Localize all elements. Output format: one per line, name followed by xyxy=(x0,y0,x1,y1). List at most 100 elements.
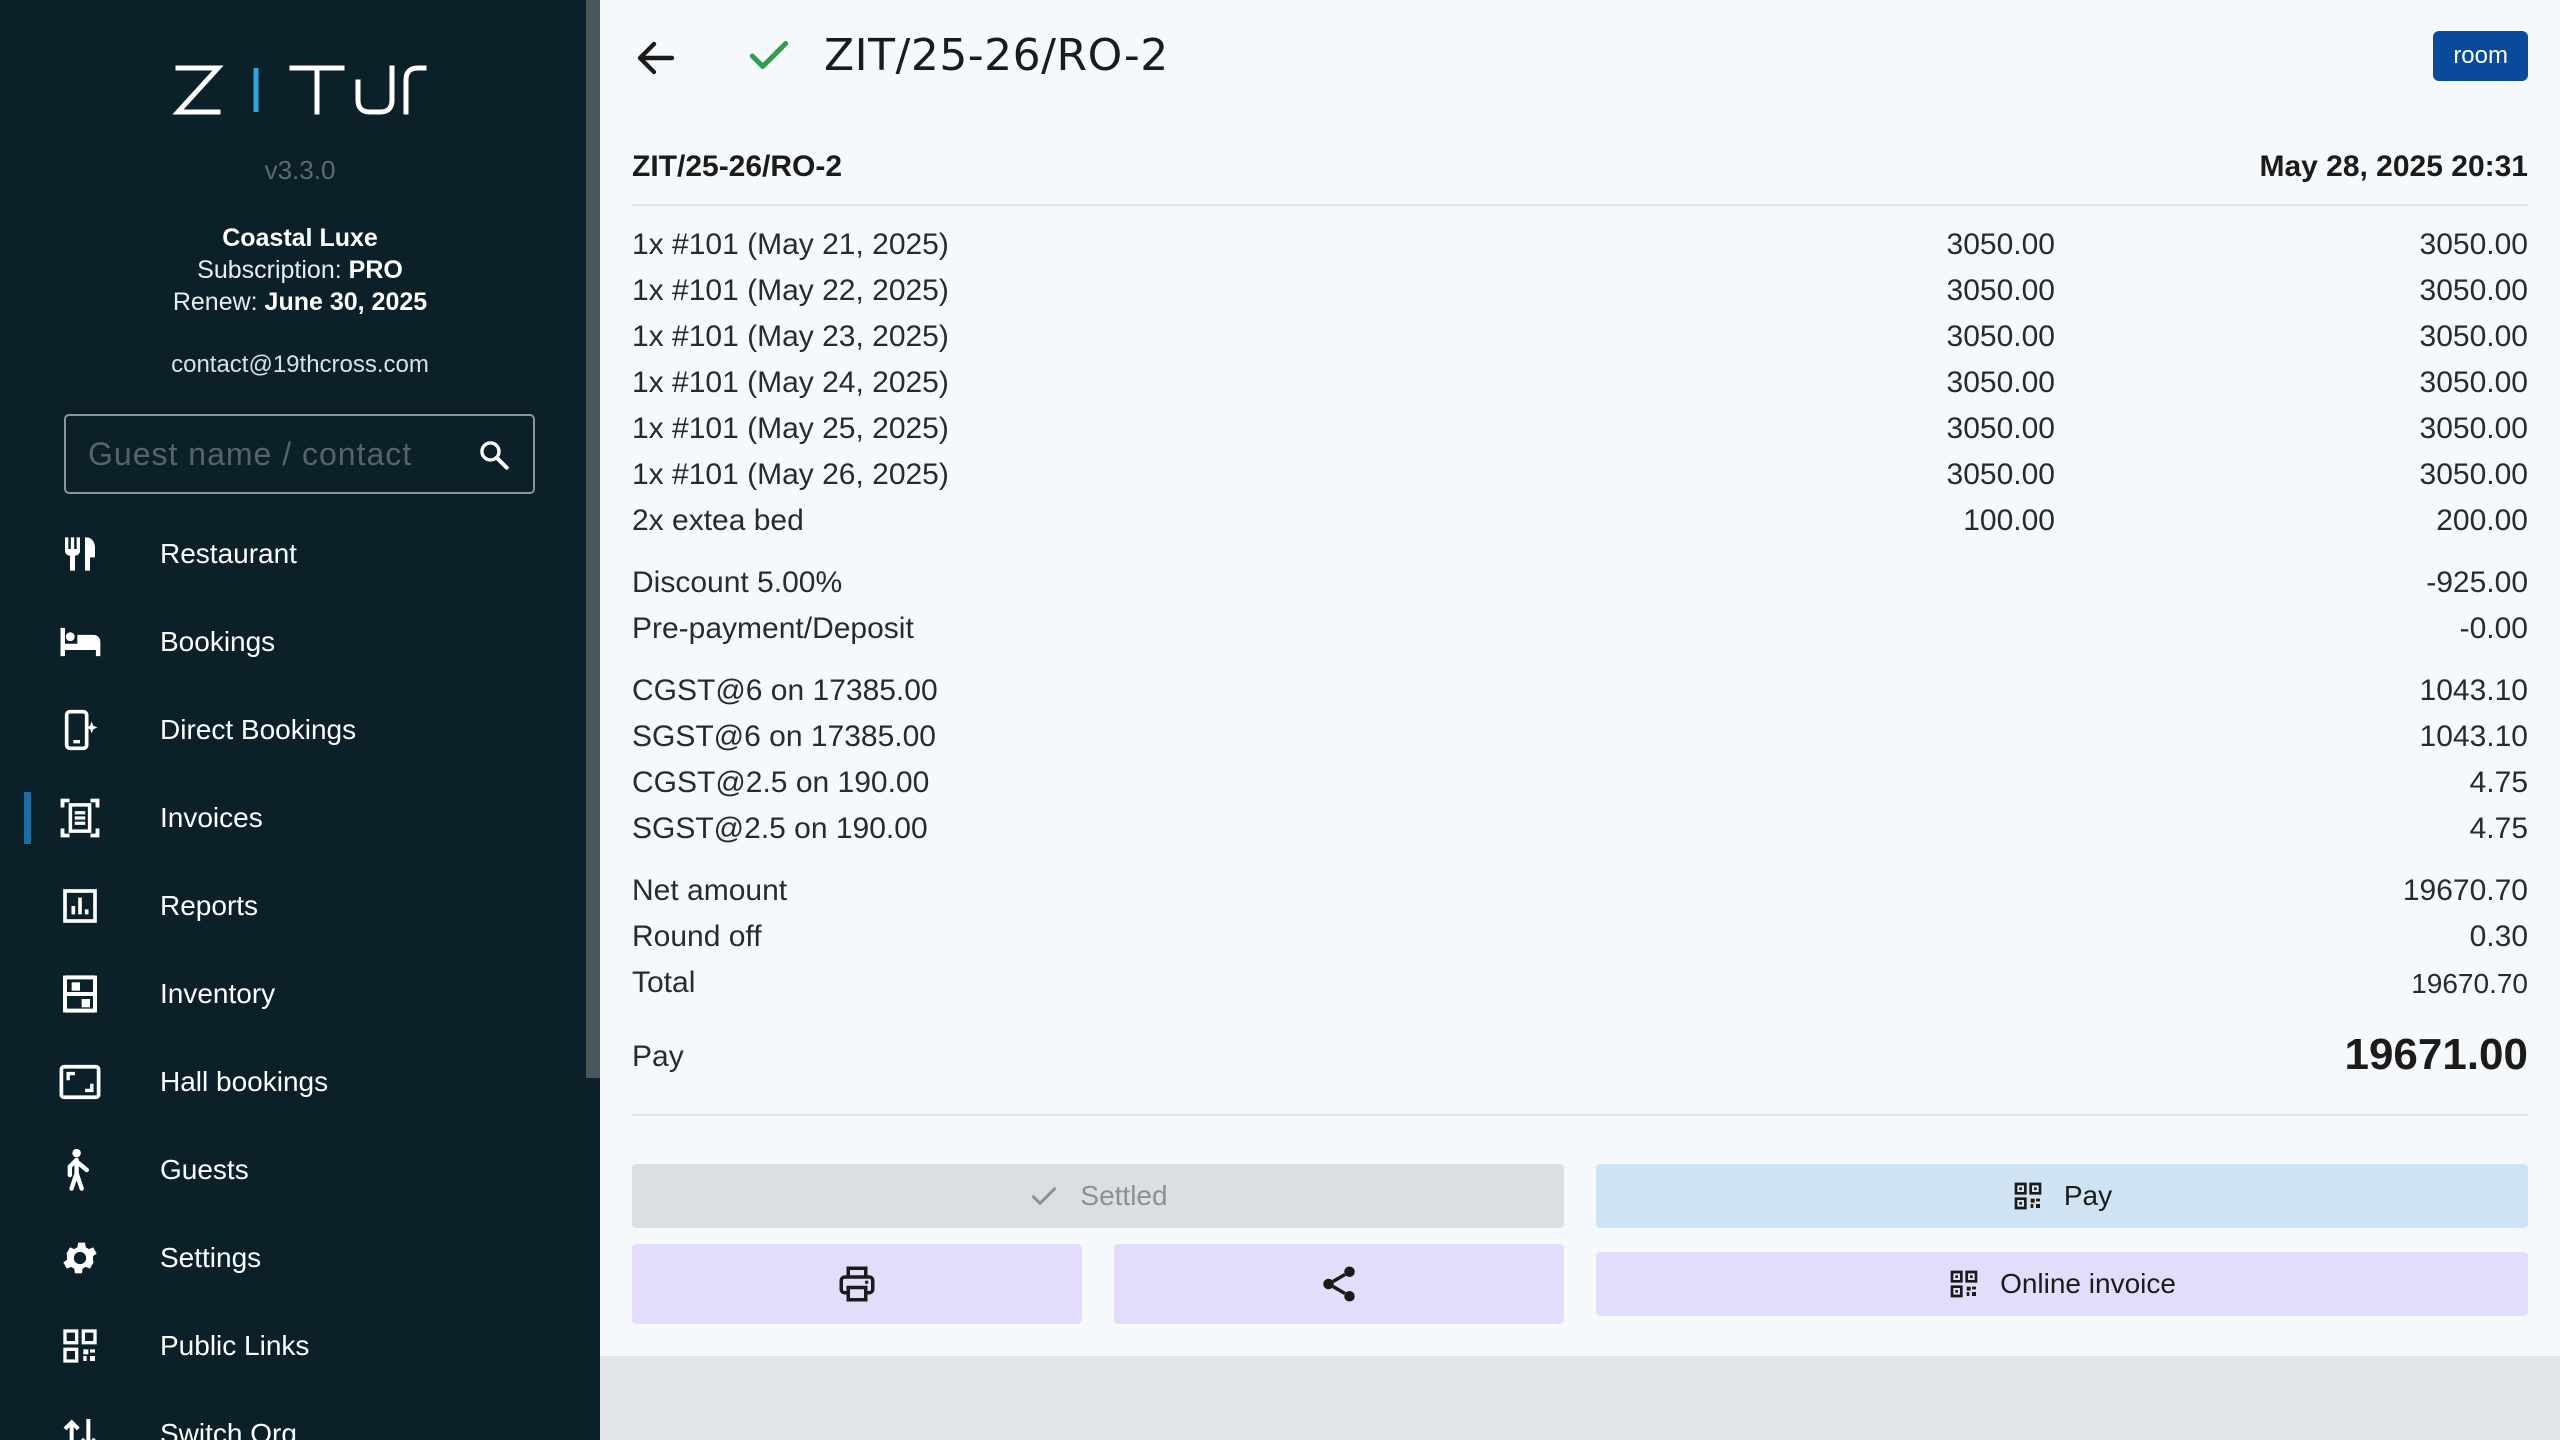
line-desc: 1x #101 (May 26, 2025) xyxy=(632,458,949,491)
sidebar-item-inventory[interactable]: Inventory xyxy=(0,950,586,1038)
total-amount: 19670.70 xyxy=(2402,874,2528,907)
bar-chart-icon xyxy=(56,882,104,930)
line-rate: 3050.00 xyxy=(1946,228,2055,261)
guest-search-input[interactable] xyxy=(88,416,468,492)
renew-value: June 30, 2025 xyxy=(264,288,428,316)
sidebar: v3.3.0 Coastal Luxe Subscription: PRO Re… xyxy=(0,0,600,1440)
tax-desc: SGST@6 on 17385.00 xyxy=(632,720,936,753)
line-amount: 3050.00 xyxy=(2419,366,2528,399)
sidebar-item-reports[interactable]: Reports xyxy=(0,862,586,950)
sidebar-item-hall-bookings[interactable]: Hall bookings xyxy=(0,1038,586,1126)
line-item: 1x #101 (May 21, 2025) 3050.00 3050.00 xyxy=(632,224,2528,270)
tax-amount: 1043.10 xyxy=(2419,674,2528,707)
sidebar-item-bookings[interactable]: Bookings xyxy=(0,598,586,686)
receipt-scan-icon xyxy=(56,794,104,842)
net-amount-row: Net amount 19670.70 xyxy=(632,870,2528,916)
sidebar-scrollbar[interactable] xyxy=(586,0,600,1078)
adjustment-amount: -925.00 xyxy=(2426,566,2528,599)
sidebar-item-label: Reports xyxy=(160,890,259,921)
share-icon xyxy=(1323,1266,1355,1302)
sidebar-item-label: Inventory xyxy=(160,978,276,1009)
room-button[interactable]: room xyxy=(2433,31,2528,81)
shelves-icon xyxy=(56,970,104,1018)
line-desc: 1x #101 (May 24, 2025) xyxy=(632,366,949,399)
line-item: 1x #101 (May 25, 2025) 3050.00 3050.00 xyxy=(632,408,2528,454)
total-desc: Round off xyxy=(632,920,762,953)
line-desc: 1x #101 (May 22, 2025) xyxy=(632,274,949,307)
line-item: 1x #101 (May 26, 2025) 3050.00 3050.00 xyxy=(632,454,2528,500)
subscription-value: PRO xyxy=(348,256,403,284)
pay-amount: 19671.00 xyxy=(2344,1030,2528,1079)
tax-row: SGST@6 on 17385.00 1043.10 xyxy=(632,716,2528,762)
search-icon[interactable] xyxy=(477,438,511,472)
share-button[interactable] xyxy=(1114,1244,1564,1324)
pay-summary: Pay 19671.00 xyxy=(632,1024,2528,1088)
adjustment-desc: Pre-payment/Deposit xyxy=(632,612,914,645)
sidebar-item-guests[interactable]: Guests xyxy=(0,1126,586,1214)
check-icon xyxy=(1032,1187,1057,1205)
invoice-lines: 1x #101 (May 21, 2025) 3050.00 3050.00 1x … xyxy=(632,224,2528,1008)
renew-line: Renew: June 30, 2025 xyxy=(0,286,600,318)
swap-vert-icon xyxy=(56,1410,104,1440)
sidebar-item-switch-org[interactable]: Switch Org xyxy=(0,1390,586,1440)
bed-icon xyxy=(56,618,104,666)
person-walking-icon xyxy=(56,1146,104,1194)
sidebar-item-restaurant[interactable]: Restaurant xyxy=(0,510,586,598)
tax-desc: SGST@2.5 on 190.00 xyxy=(632,812,928,845)
sidebar-item-label: Direct Bookings xyxy=(160,714,357,745)
app-logo xyxy=(0,55,600,125)
tax-desc: CGST@2.5 on 190.00 xyxy=(632,766,930,799)
line-amount: 3050.00 xyxy=(2419,458,2528,491)
mobile-sparkle-icon xyxy=(56,706,104,754)
online-invoice-label: Online invoice xyxy=(2000,1268,2176,1299)
sidebar-item-label: Settings xyxy=(160,1242,262,1273)
renew-label: Renew: xyxy=(172,288,258,316)
sidebar-item-invoices[interactable]: Invoices xyxy=(0,774,586,862)
tax-amount: 4.75 xyxy=(2469,766,2528,799)
round-off-row: Round off 0.30 xyxy=(632,916,2528,962)
qr-code-icon xyxy=(56,1322,104,1370)
line-desc: 2x extea bed xyxy=(632,504,804,537)
tax-row: SGST@2.5 on 190.00 4.75 xyxy=(632,808,2528,854)
line-amount: 200.00 xyxy=(2436,504,2528,537)
line-desc: 1x #101 (May 21, 2025) xyxy=(632,228,949,261)
sidebar-item-label: Invoices xyxy=(160,802,263,833)
gear-icon xyxy=(56,1234,104,1282)
print-button[interactable] xyxy=(632,1244,1082,1324)
sidebar-item-label: Bookings xyxy=(160,626,276,657)
line-rate: 3050.00 xyxy=(1946,412,2055,445)
settled-button[interactable]: Settled xyxy=(632,1164,1564,1228)
page-title: ZIT/25-26/RO-2 xyxy=(824,30,1169,81)
invoice-header: ZIT/25-26/RO-2 May 28, 2025 20:31 xyxy=(632,144,2528,206)
printer-icon xyxy=(839,1266,875,1302)
sidebar-item-direct-bookings[interactable]: Direct Bookings xyxy=(0,686,586,774)
line-rate: 100.00 xyxy=(1963,504,2055,537)
line-desc: 1x #101 (May 23, 2025) xyxy=(632,320,949,353)
zitun-logo-icon xyxy=(172,65,427,115)
qr-code-icon xyxy=(2014,1182,2042,1210)
sidebar-item-public-links[interactable]: Public Links xyxy=(0,1302,586,1390)
line-amount: 3050.00 xyxy=(2419,320,2528,353)
tax-amount: 1043.10 xyxy=(2419,720,2528,753)
total-desc: Net amount xyxy=(632,874,788,907)
discount-row: Discount 5.00% -925.00 xyxy=(632,562,2528,608)
line-item: 1x #101 (May 24, 2025) 3050.00 3050.00 xyxy=(632,362,2528,408)
deposit-row: Pre-payment/Deposit -0.00 xyxy=(632,608,2528,654)
sidebar-item-settings[interactable]: Settings xyxy=(0,1214,586,1302)
back-arrow-icon[interactable] xyxy=(632,34,680,82)
org-info: Coastal Luxe Subscription: PRO Renew: Ju… xyxy=(0,222,600,318)
tax-row: CGST@2.5 on 190.00 4.75 xyxy=(632,762,2528,808)
total-row: Total 19670.70 xyxy=(632,962,2528,1008)
total-desc: Total xyxy=(632,966,696,999)
guest-search-box xyxy=(64,414,535,494)
pay-button[interactable]: Pay xyxy=(1596,1164,2528,1228)
tax-row: CGST@6 on 17385.00 1043.10 xyxy=(632,670,2528,716)
line-desc: 1x #101 (May 25, 2025) xyxy=(632,412,949,445)
app-version: v3.3.0 xyxy=(264,155,336,185)
pay-button-label: Pay xyxy=(2063,1180,2113,1211)
line-item: 1x #101 (May 23, 2025) 3050.00 3050.00 xyxy=(632,316,2528,362)
line-amount: 3050.00 xyxy=(2419,228,2528,261)
online-invoice-button[interactable]: Online invoice xyxy=(1596,1252,2528,1316)
subscription-line: Subscription: PRO xyxy=(0,254,600,286)
sidebar-item-label: Guests xyxy=(160,1154,249,1185)
